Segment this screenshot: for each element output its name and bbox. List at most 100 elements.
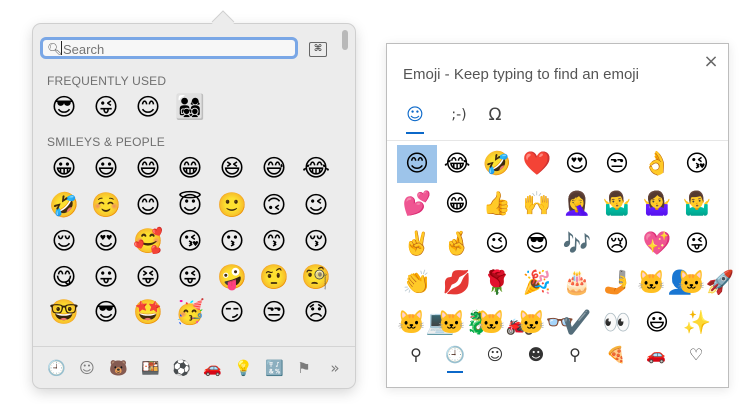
emoji-button[interactable]: 😒 xyxy=(253,297,295,327)
emoji-button[interactable]: 😎 xyxy=(43,92,85,122)
emoji-button[interactable]: ✨ xyxy=(677,304,717,342)
emoji-button[interactable]: 😚 xyxy=(295,226,337,256)
emoji-button[interactable]: ✌️ xyxy=(397,225,437,263)
category-people-icon[interactable]: ☻ xyxy=(525,344,547,366)
emoji-button[interactable]: 🤣 xyxy=(43,190,85,220)
emoji-button[interactable]: 🥰 xyxy=(127,226,169,256)
search-input[interactable] xyxy=(61,40,293,58)
emoji-button[interactable]: 😂 xyxy=(295,153,337,183)
emoji-button[interactable]: 😍 xyxy=(557,145,597,183)
emoji-button[interactable]: 🌹 xyxy=(477,264,517,302)
category-more-icon[interactable]: » xyxy=(326,359,344,377)
emoji-button[interactable]: 😙 xyxy=(253,226,295,256)
category-symbols-icon[interactable]: ♡ xyxy=(685,344,707,366)
emoji-button[interactable]: 😎 xyxy=(517,225,557,263)
emoji-button[interactable]: 😢 xyxy=(597,225,637,263)
emoji-button[interactable]: 👏 xyxy=(397,264,437,302)
emoji-button[interactable]: 😇 xyxy=(169,190,211,220)
emoji-button[interactable]: 😜 xyxy=(169,262,211,292)
emoji-button[interactable]: 😄 xyxy=(127,153,169,183)
emoji-button[interactable]: ❤️ xyxy=(517,145,557,183)
category-animals-icon[interactable]: 🐻 xyxy=(109,359,128,377)
emoji-button[interactable]: 🤷‍♂️ xyxy=(677,185,717,223)
emoji-button[interactable]: 👌 xyxy=(637,145,677,183)
emoji-button[interactable]: 😒 xyxy=(597,145,637,183)
emoji-button[interactable]: 🙌 xyxy=(517,185,557,223)
emoji-button[interactable]: 🐱‍👓 xyxy=(517,304,574,342)
tab-emoji[interactable]: ☺ xyxy=(403,102,427,128)
close-icon[interactable]: × xyxy=(703,52,719,72)
emoji-button[interactable]: 😉 xyxy=(477,225,517,263)
emoji-button[interactable]: 😃 xyxy=(637,304,677,342)
emoji-button[interactable]: 😉 xyxy=(295,190,337,220)
emoji-button[interactable]: 🐱‍💻 xyxy=(397,304,454,342)
emoji-button[interactable]: 🐱‍🏍 xyxy=(477,304,534,342)
scrollbar-thumb[interactable] xyxy=(342,30,348,50)
character-viewer-toggle-button[interactable]: ⌘ xyxy=(309,42,327,57)
emoji-button[interactable]: 😍 xyxy=(85,226,127,256)
emoji-button[interactable]: 🤷‍♀️ xyxy=(637,185,677,223)
emoji-button[interactable]: ✔️ xyxy=(557,304,597,342)
emoji-button[interactable]: 😊 xyxy=(397,145,437,183)
emoji-button[interactable]: 🙂 xyxy=(211,190,253,220)
emoji-button[interactable]: 🤣 xyxy=(477,145,517,183)
emoji-button[interactable]: 🙃 xyxy=(253,190,295,220)
emoji-button[interactable]: 🤨 xyxy=(253,262,295,292)
emoji-button[interactable]: 🤷‍♂️ xyxy=(597,185,637,223)
emoji-button[interactable]: 😂 xyxy=(437,145,477,183)
emoji-button[interactable]: 🤳 xyxy=(597,264,637,302)
emoji-button[interactable]: 🎂 xyxy=(557,264,597,302)
category-search-icon[interactable]: ⚲ xyxy=(405,344,427,366)
emoji-button[interactable]: 😊 xyxy=(127,92,169,122)
emoji-button[interactable]: 😁 xyxy=(437,185,477,223)
category-flags-icon[interactable]: ⚑ xyxy=(295,359,313,377)
emoji-button[interactable]: 😏 xyxy=(211,297,253,327)
emoji-button[interactable]: 🤪 xyxy=(211,262,253,292)
category-smileys-icon[interactable]: ☺ xyxy=(484,344,506,366)
category-recent-icon[interactable]: 🕘 xyxy=(444,344,466,366)
category-places-icon[interactable]: ⚲ xyxy=(564,344,586,366)
emoji-button[interactable]: 😌 xyxy=(43,226,85,256)
emoji-button[interactable]: 💕 xyxy=(397,185,437,223)
emoji-button[interactable]: 😆 xyxy=(211,153,253,183)
emoji-button[interactable]: 👨‍👩‍👧‍👦 xyxy=(169,92,211,122)
emoji-button[interactable]: 🐱‍👤 xyxy=(637,264,694,302)
emoji-button[interactable]: 😝 xyxy=(127,262,169,292)
emoji-button[interactable]: 😘 xyxy=(169,226,211,256)
emoji-button[interactable]: 🎉 xyxy=(517,264,557,302)
emoji-button[interactable]: 😘 xyxy=(677,145,717,183)
emoji-button[interactable]: 🥳 xyxy=(169,297,211,327)
emoji-button[interactable]: 🤞 xyxy=(437,225,477,263)
emoji-button[interactable]: 😞 xyxy=(295,297,337,327)
emoji-button[interactable]: 🧐 xyxy=(295,262,337,292)
emoji-button[interactable]: ☺️ xyxy=(85,190,127,220)
category-objects-icon[interactable]: 💡 xyxy=(234,359,253,377)
category-food-icon[interactable]: 🍱 xyxy=(141,359,160,377)
emoji-button[interactable]: 😀 xyxy=(43,153,85,183)
tab-kaomoji[interactable]: ;-) xyxy=(443,102,475,128)
search-field[interactable]: 🔍︎ xyxy=(40,37,298,59)
tab-symbols[interactable]: Ω xyxy=(483,102,507,128)
emoji-button[interactable]: 😛 xyxy=(85,262,127,292)
emoji-button[interactable]: 😁 xyxy=(169,153,211,183)
emoji-button[interactable]: 👀 xyxy=(597,304,637,342)
emoji-button[interactable]: 😗 xyxy=(211,226,253,256)
emoji-button[interactable]: 😋 xyxy=(43,262,85,292)
emoji-button[interactable]: 💋 xyxy=(437,264,477,302)
category-transport-icon[interactable]: 🚗 xyxy=(645,344,667,366)
emoji-button[interactable]: 💖 xyxy=(637,225,677,263)
emoji-button[interactable]: 🐱‍🐉 xyxy=(437,304,494,342)
category-activity-icon[interactable]: ⚽ xyxy=(172,359,191,377)
emoji-button[interactable]: 🎶 xyxy=(557,225,597,263)
category-travel-icon[interactable]: 🚗 xyxy=(203,359,222,377)
category-smileys-icon[interactable]: ☺ xyxy=(78,359,96,377)
category-food-icon[interactable]: 🍕 xyxy=(605,344,627,366)
emoji-button[interactable]: 🐱‍🚀 xyxy=(677,264,734,302)
emoji-button[interactable]: 😊 xyxy=(127,190,169,220)
emoji-button[interactable]: 👍 xyxy=(477,185,517,223)
emoji-button[interactable]: 🤩 xyxy=(127,297,169,327)
emoji-button[interactable]: 😃 xyxy=(85,153,127,183)
emoji-button[interactable]: 😎 xyxy=(85,297,127,327)
emoji-button[interactable]: 😜 xyxy=(677,225,717,263)
category-recent-icon[interactable]: 🕘 xyxy=(47,359,66,377)
